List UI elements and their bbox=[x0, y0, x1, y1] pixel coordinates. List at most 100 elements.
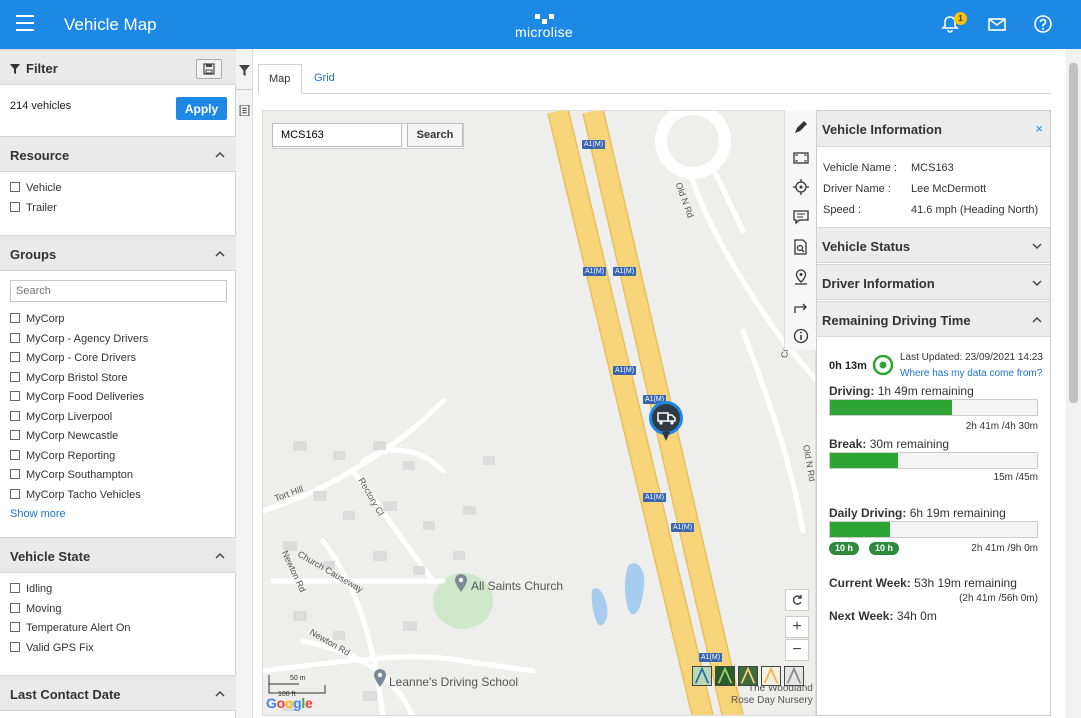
tab-map[interactable]: Map bbox=[258, 64, 302, 94]
map-pin-icon[interactable] bbox=[454, 574, 468, 592]
map-type-grey-icon[interactable] bbox=[784, 666, 804, 686]
driving-sub: 2h 41m /4h 30m bbox=[965, 421, 1038, 432]
map-canvas[interactable] bbox=[263, 111, 816, 716]
checkbox-idling[interactable]: Idling bbox=[10, 583, 52, 599]
route-tool[interactable] bbox=[785, 292, 817, 322]
chevron-up-icon[interactable] bbox=[214, 149, 226, 161]
list-icon[interactable] bbox=[239, 105, 250, 116]
checkbox-label: MyCorp bbox=[26, 313, 65, 325]
road-badge: A1(M) bbox=[643, 493, 667, 502]
fullscreen-icon bbox=[793, 152, 809, 164]
vehicle-status-header[interactable]: Vehicle Status bbox=[817, 227, 1050, 263]
funnel-icon[interactable] bbox=[239, 65, 250, 76]
driving-label: Driving: 1h 49m remaining bbox=[829, 384, 974, 398]
checkbox-valid-gps[interactable]: Valid GPS Fix bbox=[10, 642, 94, 658]
panel-toggle-strip bbox=[236, 49, 253, 718]
poi-driving-school[interactable]: Leanne's Driving School bbox=[389, 675, 518, 689]
help-icon[interactable] bbox=[1033, 14, 1053, 34]
resource-header[interactable]: Resource bbox=[0, 136, 236, 172]
map-pin-icon[interactable] bbox=[373, 669, 387, 687]
checkbox-group[interactable]: MyCorp bbox=[10, 313, 65, 329]
current-week-value: 53h 19m remaining bbox=[914, 576, 1017, 590]
checkbox-temperature-alert[interactable]: Temperature Alert On bbox=[10, 622, 131, 638]
groups-header[interactable]: Groups bbox=[0, 235, 236, 271]
driver-information-header[interactable]: Driver Information bbox=[817, 264, 1050, 300]
poi-church[interactable]: All Saints Church bbox=[471, 579, 563, 593]
tab-grid[interactable]: Grid bbox=[304, 64, 345, 94]
fullscreen-tool[interactable] bbox=[785, 143, 817, 173]
street-label: Rose Day Nursery bbox=[731, 695, 813, 706]
page-scrollbar[interactable] bbox=[1066, 49, 1081, 718]
pencil-icon bbox=[795, 121, 807, 133]
refresh-button[interactable] bbox=[785, 589, 809, 611]
chevron-up-icon[interactable] bbox=[214, 248, 226, 260]
vehicle-name-row: Vehicle Name : MCS163 bbox=[823, 162, 954, 174]
checkbox-group[interactable]: MyCorp Southampton bbox=[10, 469, 133, 485]
zoom-in-button[interactable]: + bbox=[785, 616, 809, 638]
show-more-link[interactable]: Show more bbox=[10, 508, 66, 520]
checkbox-label: MyCorp Food Deliveries bbox=[26, 391, 144, 403]
message-tool[interactable] bbox=[785, 202, 817, 232]
map-type-hybrid-icon[interactable] bbox=[738, 666, 758, 686]
scrollbar-thumb[interactable] bbox=[1069, 63, 1078, 403]
menu-icon[interactable] bbox=[16, 15, 34, 31]
remaining-driving-time-header[interactable]: Remaining Driving Time bbox=[817, 301, 1050, 337]
map-type-satellite-icon[interactable] bbox=[715, 666, 735, 686]
zoom-out-button[interactable]: − bbox=[785, 639, 809, 661]
map-search-input[interactable] bbox=[272, 123, 402, 147]
checkbox-moving[interactable]: Moving bbox=[10, 603, 61, 619]
checkbox-label: MyCorp Newcastle bbox=[26, 430, 119, 442]
last-contact-title: Last Contact Date bbox=[10, 687, 121, 702]
info-label: Speed : bbox=[823, 204, 861, 216]
map-type-terrain-icon[interactable] bbox=[692, 666, 712, 686]
locate-tool[interactable] bbox=[785, 172, 817, 202]
vehicle-map[interactable]: Search A1(M) A1(M) A1(M) A1(M) A1(M) A1(… bbox=[262, 110, 816, 716]
search-document-tool[interactable] bbox=[785, 232, 817, 262]
checkbox-group[interactable]: MyCorp - Agency Drivers bbox=[10, 333, 148, 349]
road-badge: A1(M) bbox=[613, 366, 637, 375]
location-pin-icon bbox=[795, 269, 807, 285]
checkbox-group[interactable]: MyCorp Bristol Store bbox=[10, 372, 127, 388]
chevron-up-icon[interactable] bbox=[214, 688, 226, 700]
groups-search-input[interactable] bbox=[10, 280, 227, 302]
road-badge: A1(M) bbox=[613, 267, 637, 276]
brand-name: microlise bbox=[515, 24, 573, 40]
google-logo: Google bbox=[266, 695, 313, 711]
filter-panel: Filter 214 vehicles Apply Resource Vehic… bbox=[0, 49, 236, 718]
checkbox-group[interactable]: MyCorp - Core Drivers bbox=[10, 352, 136, 368]
checkbox-group[interactable]: MyCorp Newcastle bbox=[10, 430, 118, 446]
road-badge: A1(M) bbox=[699, 653, 723, 662]
data-source-link[interactable]: Where has my data come from? bbox=[900, 368, 1042, 379]
close-icon[interactable]: × bbox=[1035, 121, 1043, 136]
chevron-down-icon[interactable] bbox=[1032, 278, 1042, 288]
checkbox-group[interactable]: MyCorp Food Deliveries bbox=[10, 391, 144, 407]
vehicle-marker-icon[interactable] bbox=[648, 400, 684, 444]
chevron-up-icon[interactable] bbox=[1032, 315, 1042, 325]
vehicle-count: 214 vehicles bbox=[10, 100, 72, 112]
chevron-up-icon[interactable] bbox=[214, 550, 226, 562]
mail-icon[interactable] bbox=[987, 14, 1007, 34]
checkbox-group[interactable]: MyCorp Tacho Vehicles bbox=[10, 489, 141, 505]
map-search-button[interactable]: Search bbox=[407, 123, 463, 147]
draw-tool[interactable] bbox=[785, 112, 817, 142]
break-sub: 15m /45m bbox=[993, 472, 1038, 483]
info-tool[interactable] bbox=[785, 321, 817, 351]
apply-button[interactable]: Apply bbox=[176, 97, 227, 120]
info-label: Driver Name : bbox=[823, 183, 891, 195]
current-week-sub: (2h 41m /56h 0m) bbox=[959, 593, 1038, 604]
checkbox-group[interactable]: MyCorp Reporting bbox=[10, 450, 115, 466]
location-person-tool[interactable] bbox=[785, 262, 817, 292]
info-icon bbox=[793, 328, 809, 344]
chevron-down-icon[interactable] bbox=[1032, 241, 1042, 251]
last-contact-header[interactable]: Last Contact Date bbox=[0, 675, 236, 711]
checkbox-vehicle[interactable]: Vehicle bbox=[10, 182, 61, 198]
vehicle-state-header[interactable]: Vehicle State bbox=[0, 537, 236, 573]
checkbox-group[interactable]: MyCorp Liverpool bbox=[10, 411, 112, 427]
driving-progress-fill bbox=[830, 400, 953, 415]
checkbox-label: Moving bbox=[26, 603, 62, 615]
break-label: Break: 30m remaining bbox=[829, 437, 949, 451]
map-type-road-icon[interactable] bbox=[761, 666, 781, 686]
checkbox-trailer[interactable]: Trailer bbox=[10, 202, 57, 218]
daily-driving-label: Daily Driving: 6h 19m remaining bbox=[829, 506, 1006, 520]
save-filter-button[interactable] bbox=[196, 59, 222, 79]
